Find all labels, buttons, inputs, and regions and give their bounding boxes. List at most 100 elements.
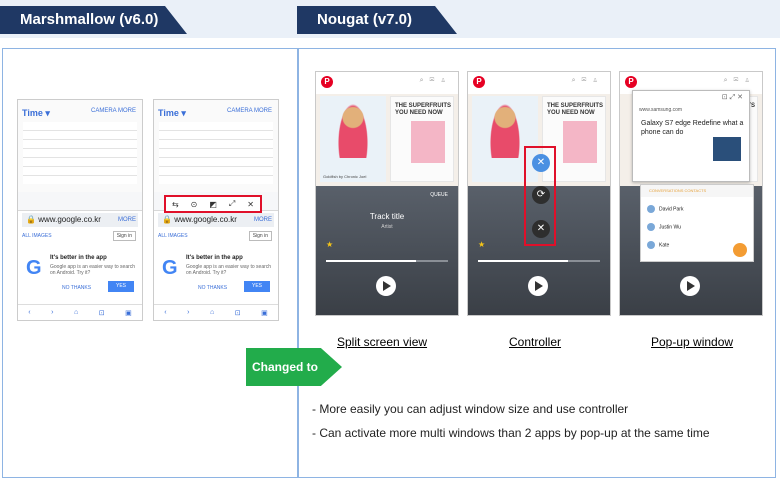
play-button[interactable] (528, 276, 548, 296)
search-tabs[interactable]: ALL IMAGES (158, 233, 188, 239)
contact-row[interactable]: Justin Wu (647, 223, 747, 231)
avatar (647, 223, 655, 231)
track-title: Track title (369, 212, 405, 221)
browser-window: 🔒 www.google.co.kr MORE ALL IMAGES Sign … (154, 210, 278, 320)
split-toolbar-highlight: ⇆ ⊙ ◩ ⤢ ✕ (164, 195, 262, 213)
marshmallow-screen-1: Time ▾ CAMERA MORE 🔒 www.google.co.kr MO… (17, 99, 143, 321)
contact-row[interactable]: David Park (647, 205, 747, 213)
popup-headline: Galaxy S7 edge Redefine what a phone can… (641, 120, 744, 136)
browser-nav: ‹ › ⌂ ⊡ ▣ (154, 304, 278, 320)
close-icon[interactable]: ✕ (247, 200, 254, 209)
magazine-image (411, 121, 445, 163)
split-screen-shot: P ⌕✉♙ Goldfish by Chronic Joel THE SUPERF… (315, 71, 459, 316)
no-thanks-button[interactable]: NO THANKS (198, 285, 227, 291)
avatar (647, 241, 655, 249)
maximize-icon[interactable]: ⤢ (229, 199, 235, 209)
browser-window: 🔒 www.google.co.kr MORE ALL IMAGES Sign … (18, 210, 142, 320)
calendar-area: Time ▾ CAMERA MORE (154, 100, 278, 192)
bookmarks-icon[interactable]: ⊡ (99, 309, 105, 317)
forward-icon[interactable]: › (187, 309, 189, 316)
controller-shot: P ⌕✉♙ THE SUPERFRUITS YOU NEED NOW ★ ✕ ⟳ … (467, 71, 611, 316)
url-text: www.google.co.kr (174, 215, 237, 224)
popup-window-label: Pop-up window (651, 335, 734, 349)
home-icon[interactable]: ⌂ (74, 309, 78, 316)
marshmallow-panel: Time ▾ CAMERA MORE 🔒 www.google.co.kr MO… (2, 48, 298, 478)
time-label: Time ▾ (158, 108, 186, 118)
seek-bar[interactable] (326, 260, 448, 262)
split-screen-label: Split screen view (337, 335, 428, 349)
browser-popup[interactable]: ⊡ ⤢ ✕ www.samsung.com Galaxy S7 edge Red… (632, 90, 750, 182)
app-toolbar: P ⌕✉♙ (316, 72, 458, 94)
contacts-popup[interactable]: CONVERSATIONS CONTACTS David Park Justin… (640, 184, 754, 262)
seek-bar[interactable] (478, 260, 600, 262)
tab-marshmallow: Marshmallow (v6.0) (0, 6, 187, 34)
more-button[interactable]: MORE (118, 213, 136, 227)
url-text: www.google.co.kr (38, 215, 101, 224)
close-icon[interactable]: ✕ (532, 220, 550, 238)
magazine-image (563, 121, 597, 163)
bookmarks-icon[interactable]: ⊡ (235, 309, 241, 317)
slide: Marshmallow (v6.0) Nougat (v7.0) Time ▾ … (0, 0, 780, 486)
back-icon[interactable]: ‹ (28, 309, 30, 316)
swap-icon[interactable]: ⟳ (532, 186, 550, 204)
artist-name: Artist (381, 224, 393, 230)
drag-icon[interactable]: ⊙ (191, 200, 198, 209)
forward-icon[interactable]: › (51, 309, 53, 316)
tabs-icon[interactable]: ▣ (125, 309, 132, 317)
time-label: Time ▾ (22, 108, 50, 118)
sign-in-button[interactable]: Sign in (248, 231, 272, 241)
bullet-1: - More easily you can adjust window size… (312, 402, 629, 416)
search-tabs[interactable]: ALL IMAGES (22, 233, 52, 239)
popup-url: www.samsung.com (639, 107, 683, 113)
promo-card: G It's better in the app Google app is a… (26, 253, 135, 293)
avatar (647, 205, 655, 213)
lock-icon: 🔒 (26, 215, 36, 224)
tabs-icon[interactable]: ▣ (261, 309, 268, 317)
promo-title: It's better in the app (186, 255, 243, 261)
magazine-card: THE SUPERFRUITS YOU NEED NOW (390, 96, 454, 182)
play-button[interactable] (376, 276, 396, 296)
thumbnail-list (23, 122, 137, 184)
queue-button[interactable]: QUEUE (430, 192, 448, 198)
popup-window-shot: P⌕✉♙ THE SUPERFRUITS YOU NEED NOW ⊡ ⤢ ✕ … (619, 71, 763, 316)
app-toolbar: P ⌕✉♙ (468, 72, 610, 94)
tab-nougat: Nougat (v7.0) (297, 6, 457, 34)
gummy-bear-image (338, 104, 368, 158)
magazine-title: THE SUPERFRUITS YOU NEED NOW (547, 103, 604, 116)
compose-button[interactable] (733, 243, 747, 257)
changed-to-label: Changed to (252, 360, 318, 374)
star-icon[interactable]: ★ (478, 240, 485, 249)
close-app-icon[interactable]: ✕ (532, 154, 550, 172)
yes-button[interactable]: YES (244, 281, 270, 292)
pin-caption: Goldfish by Chronic Joel (323, 174, 367, 179)
music-player: QUEUE Track title Artist ★ (316, 186, 458, 315)
promo-body: Google app is an easier way to search on… (50, 264, 136, 276)
more-button[interactable]: MORE (254, 213, 272, 227)
google-logo-icon: G (162, 257, 178, 279)
minimize-icon[interactable]: ◩ (209, 200, 217, 209)
yes-button[interactable]: YES (108, 281, 134, 292)
lock-icon: 🔒 (162, 215, 172, 224)
home-icon[interactable]: ⌂ (210, 309, 214, 316)
play-button[interactable] (680, 276, 700, 296)
controller-highlight: ✕ ⟳ ✕ (524, 146, 556, 246)
pinterest-logo-icon: P (625, 76, 637, 88)
swap-windows-icon[interactable]: ⇆ (172, 200, 179, 209)
camera-more-label: CAMERA MORE (226, 108, 272, 114)
bullet-2: - Can activate more multi windows than 2… (312, 426, 710, 440)
star-icon[interactable]: ★ (326, 240, 333, 249)
pinterest-logo-icon: P (473, 76, 485, 88)
contact-row[interactable]: Kate (647, 241, 747, 249)
pinterest-logo-icon: P (321, 76, 333, 88)
popup-controls-icon[interactable]: ⊡ ⤢ ✕ (722, 93, 743, 102)
back-icon[interactable]: ‹ (164, 309, 166, 316)
no-thanks-button[interactable]: NO THANKS (62, 285, 91, 291)
gummy-bear-image (490, 104, 520, 158)
google-logo-icon: G (26, 257, 42, 279)
promo-body: Google app is an easier way to search on… (186, 264, 272, 276)
sign-in-button[interactable]: Sign in (112, 231, 136, 241)
controller-label: Controller (509, 335, 562, 349)
contacts-header: CONVERSATIONS CONTACTS (641, 185, 753, 197)
toolbar-icons: ⌕✉♙ (723, 77, 756, 84)
magazine-title: THE SUPERFRUITS YOU NEED NOW (395, 103, 452, 116)
